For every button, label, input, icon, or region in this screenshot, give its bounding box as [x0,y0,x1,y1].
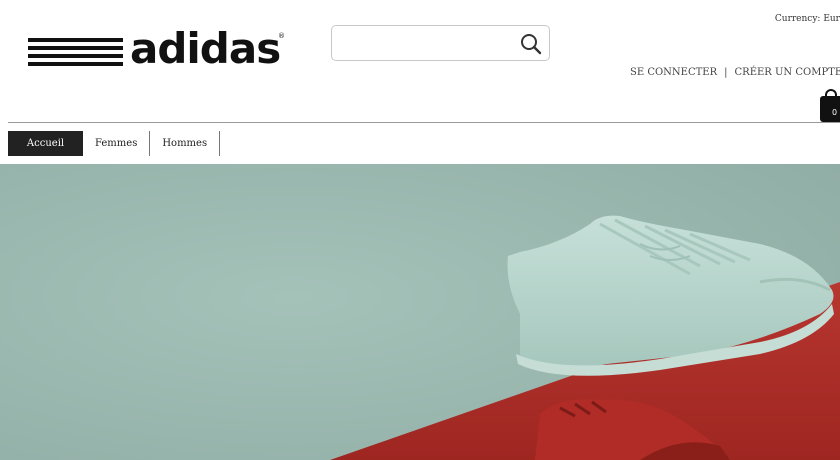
search-icon [521,34,542,55]
login-link[interactable]: SE CONNECTER [630,67,717,78]
header-divider [8,122,840,123]
search-box [331,25,550,61]
nav-item-hommes[interactable]: Hommes [150,131,221,156]
account-separator: | [724,67,728,78]
currency-selector[interactable]: Currency: Eur [775,14,840,24]
adidas-logo[interactable]: adidas ® [28,24,288,73]
search-input[interactable] [340,32,514,56]
register-link[interactable]: CRÉER UN COMPTE [735,67,840,78]
three-stripes-icon [28,38,123,68]
registered-mark: ® [278,32,285,40]
hero-banner[interactable] [0,164,840,460]
nav-item-accueil[interactable]: Accueil [8,131,83,156]
account-links: SE CONNECTER | CRÉER UN COMPTE [630,67,840,78]
main-nav: Accueil Femmes Hommes [8,131,221,156]
hero-image [0,164,840,460]
search-button[interactable] [519,32,543,56]
nav-item-femmes[interactable]: Femmes [83,131,151,156]
brand-wordmark: adidas [130,24,281,73]
cart-count: 0 [832,108,838,117]
